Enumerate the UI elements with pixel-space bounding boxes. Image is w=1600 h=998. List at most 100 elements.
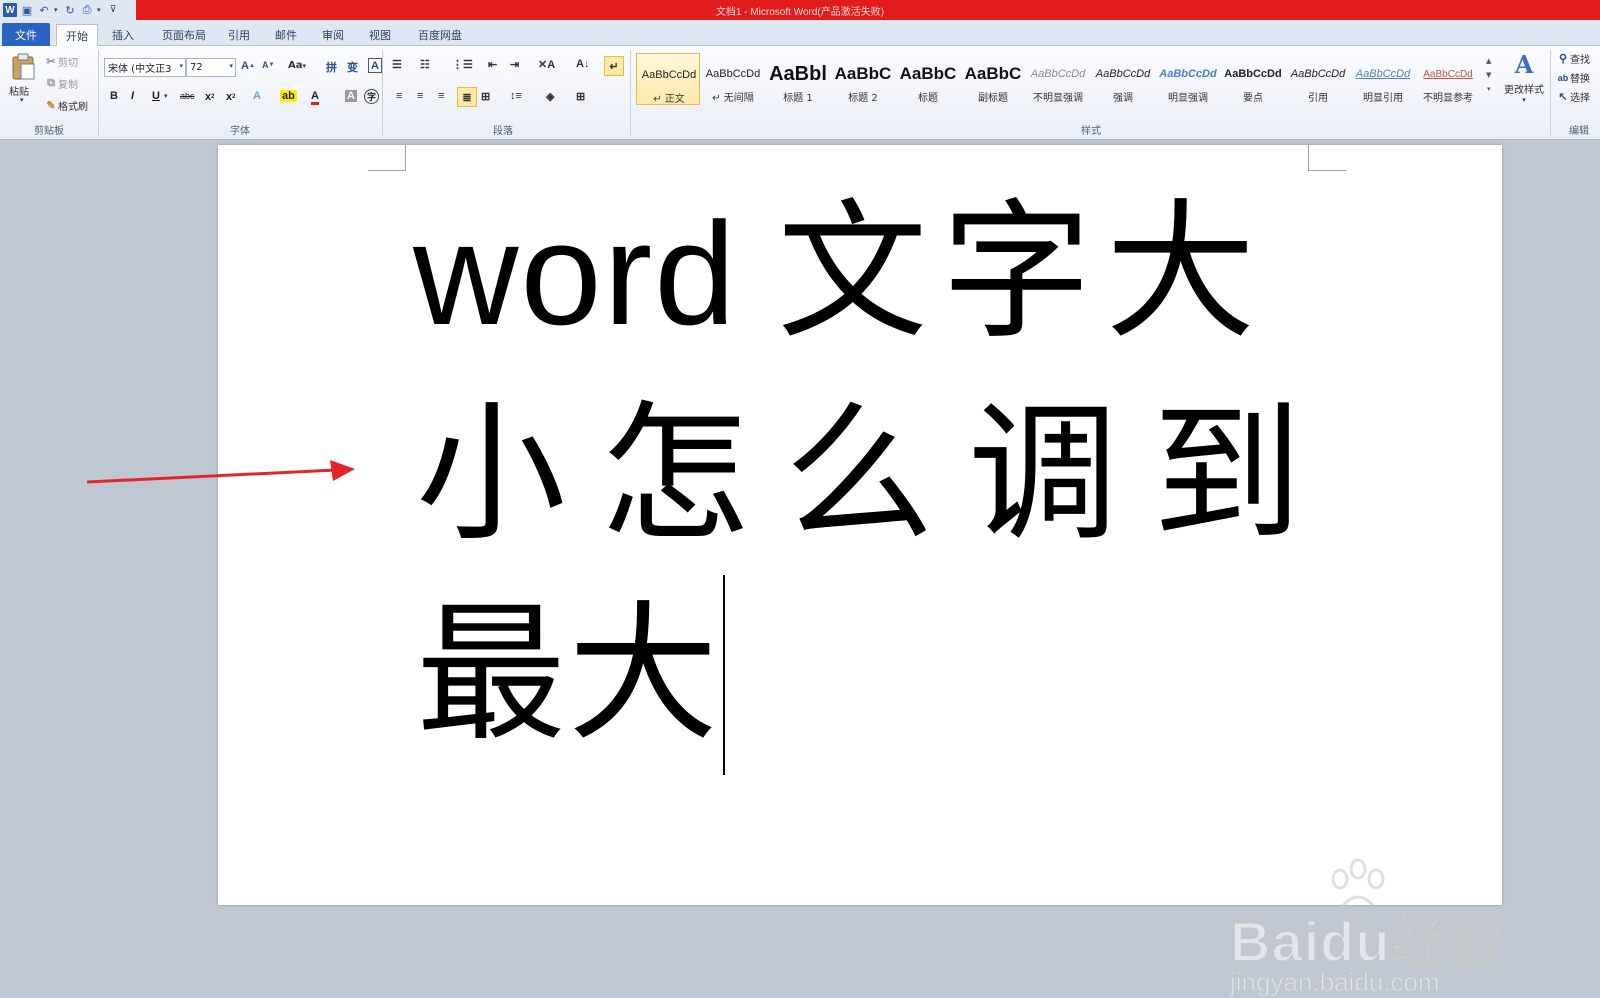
style-emphasis[interactable]: AaBbCcDd 强调 bbox=[1091, 53, 1155, 105]
chevron-down-icon: ▾ bbox=[1522, 96, 1526, 104]
justify-icon[interactable]: ≣ bbox=[457, 87, 477, 107]
show-hide-marks-icon[interactable]: ↵ bbox=[604, 56, 624, 76]
change-styles-button[interactable]: A 更改样式 ▾ bbox=[1500, 50, 1548, 104]
style-intense-quote[interactable]: AaBbCcDd 明显引用 bbox=[1351, 53, 1415, 105]
copy-button[interactable]: ⧉ 复制 bbox=[44, 76, 78, 91]
character-shading-icon[interactable]: A bbox=[345, 90, 357, 102]
font-group-label: 字体 bbox=[230, 126, 250, 137]
numbering-icon[interactable]: ☷ bbox=[420, 58, 430, 71]
chevron-down-icon: ▾ bbox=[229, 62, 233, 70]
shrink-font-icon[interactable]: A ▼ bbox=[262, 60, 274, 70]
tab-baidu-netdisk[interactable]: 百度网盘 bbox=[412, 24, 468, 46]
underline-dropdown-icon[interactable]: ▾ bbox=[164, 92, 168, 100]
chinese-layout-icon[interactable]: ✕A bbox=[538, 58, 555, 71]
bold-icon[interactable]: B bbox=[110, 90, 118, 102]
subscript-icon[interactable]: x2 bbox=[205, 91, 214, 103]
replace-label: 替换 bbox=[1570, 74, 1590, 85]
style-subtitle[interactable]: AaBbC 副标题 bbox=[961, 53, 1025, 105]
character-border-icon[interactable]: A bbox=[368, 58, 382, 73]
cut-label: 剪切 bbox=[58, 58, 78, 69]
paste-label[interactable]: 粘贴 bbox=[9, 83, 29, 98]
highlight-color-icon[interactable]: ab bbox=[280, 90, 297, 102]
enclosed-character-icon[interactable]: 字 bbox=[364, 89, 379, 104]
style-normal[interactable]: AaBbCcDd ↵ 正文 bbox=[636, 53, 700, 105]
style-preview: AaBbCcDd bbox=[641, 69, 697, 81]
tab-insert[interactable]: 插入 bbox=[108, 24, 138, 46]
baidu-watermark: Baidu经验 jingyan.baidu.com bbox=[1229, 857, 1530, 998]
phonetic-guide-icon[interactable]: 拼 bbox=[326, 59, 337, 75]
sort-icon[interactable]: A↓ bbox=[576, 58, 589, 70]
doc-text-latin: word bbox=[413, 192, 738, 355]
align-left-icon[interactable]: ≡ bbox=[396, 90, 402, 102]
watermark-brand: Baidu经验 bbox=[1229, 909, 1505, 974]
style-preview: AaBbCcDd bbox=[1095, 68, 1151, 80]
grow-font-icon[interactable]: A ▲ bbox=[241, 60, 255, 72]
style-intense-emphasis[interactable]: AaBbCcDd 明显强调 bbox=[1156, 53, 1220, 105]
scroll-down-icon[interactable]: ▼ bbox=[1486, 68, 1491, 82]
align-right-icon[interactable]: ≡ bbox=[438, 90, 444, 102]
change-styles-label: 更改样式 bbox=[1504, 85, 1544, 96]
align-center-icon[interactable]: ≡ bbox=[417, 90, 423, 102]
style-quote[interactable]: AaBbCcDd 引用 bbox=[1286, 53, 1350, 105]
tab-page-layout[interactable]: 页面布局 bbox=[156, 24, 212, 46]
replace-button[interactable]: ab 替换 bbox=[1556, 70, 1590, 86]
style-title[interactable]: AaBbC 标题 bbox=[896, 53, 960, 105]
document-page[interactable]: word 文字大 小怎么调到 最大 bbox=[218, 145, 1502, 905]
text-effects-icon[interactable]: A bbox=[253, 90, 261, 102]
binoculars-icon: ⚲ bbox=[1558, 53, 1568, 65]
select-button[interactable]: ↖ 选择 bbox=[1556, 89, 1590, 104]
gallery-more-icon[interactable]: ▾ bbox=[1487, 82, 1491, 96]
shading-icon[interactable]: ◈ bbox=[546, 90, 554, 103]
tab-view[interactable]: 视图 bbox=[365, 24, 395, 46]
cut-button[interactable]: ✂ 剪切 bbox=[44, 54, 78, 69]
scroll-up-icon[interactable]: ▲ bbox=[1486, 54, 1491, 68]
style-name: 标题 2 bbox=[848, 93, 878, 104]
style-heading-2[interactable]: AaBbC 标题 2 bbox=[831, 53, 895, 105]
format-painter-label: 格式刷 bbox=[58, 102, 88, 113]
paintbrush-icon: ✎ bbox=[46, 100, 56, 112]
style-subtle-emphasis[interactable]: AaBbCcDd 不明显强调 bbox=[1026, 53, 1090, 105]
strikethrough-icon[interactable]: abc bbox=[180, 91, 195, 101]
bullets-icon[interactable]: ☰ bbox=[392, 58, 402, 71]
change-styles-icon: A bbox=[1514, 50, 1534, 79]
tab-file[interactable]: 文件 bbox=[2, 23, 50, 46]
find-button[interactable]: ⚲ 查找 bbox=[1556, 51, 1590, 66]
line-spacing-icon[interactable]: ↕≡ bbox=[510, 90, 522, 102]
format-painter-button[interactable]: ✎ 格式刷 bbox=[44, 98, 88, 113]
font-name-combo[interactable]: 宋体 (中文正3 ▾ bbox=[104, 58, 186, 77]
style-no-spacing[interactable]: AaBbCcDd ↵ 无间隔 bbox=[701, 53, 765, 105]
font-color-icon[interactable]: A bbox=[311, 90, 319, 105]
superscript-icon[interactable]: x2 bbox=[226, 91, 235, 103]
tab-mailings[interactable]: 邮件 bbox=[271, 24, 301, 46]
text-cursor bbox=[723, 575, 725, 775]
multilevel-list-icon[interactable]: ⋮☰ bbox=[452, 58, 473, 71]
italic-icon[interactable]: I bbox=[131, 90, 134, 102]
distributed-icon[interactable]: ⊞ bbox=[481, 90, 490, 103]
copy-icon: ⧉ bbox=[47, 77, 55, 89]
styles-group-label: 样式 bbox=[1081, 126, 1101, 137]
tab-references[interactable]: 引用 bbox=[224, 24, 254, 46]
decrease-indent-icon[interactable]: ⇤ bbox=[488, 58, 497, 71]
style-preview: AaBbC bbox=[964, 64, 1022, 83]
tab-review[interactable]: 审阅 bbox=[318, 24, 348, 46]
select-label: 选择 bbox=[1570, 93, 1590, 104]
tab-home[interactable]: 开始 bbox=[56, 24, 98, 47]
gallery-scroll-buttons[interactable]: ▲ ▼ ▾ bbox=[1486, 54, 1491, 96]
change-case-button[interactable]: Aa ▾ bbox=[288, 60, 306, 71]
font-size-combo[interactable]: 72 ▾ bbox=[186, 58, 236, 77]
underline-icon[interactable]: U bbox=[152, 90, 160, 102]
borders-icon[interactable]: ⊞ bbox=[576, 90, 585, 103]
window-title: 文档1 - Microsoft Word(产品激活失败) bbox=[715, 7, 885, 18]
style-strong[interactable]: AaBbCcDd 要点 bbox=[1221, 53, 1285, 105]
style-preview: AaBbC bbox=[834, 64, 892, 83]
style-heading-1[interactable]: AaBbl 标题 1 bbox=[766, 53, 830, 105]
style-name: 引用 bbox=[1308, 93, 1328, 104]
paste-dropdown-icon[interactable]: ▾ bbox=[20, 96, 24, 104]
change-case-label: Aa bbox=[288, 60, 303, 71]
increase-indent-icon[interactable]: ⇥ bbox=[510, 58, 519, 71]
paste-button[interactable] bbox=[8, 52, 38, 82]
watermark-url: jingyan.baidu.com bbox=[1230, 967, 1441, 998]
style-subtle-reference[interactable]: AaBbCcDd 不明显参考 bbox=[1416, 53, 1480, 105]
clear-format-icon[interactable]: 变 bbox=[347, 59, 358, 75]
paragraph-group-label: 段落 bbox=[493, 126, 513, 137]
